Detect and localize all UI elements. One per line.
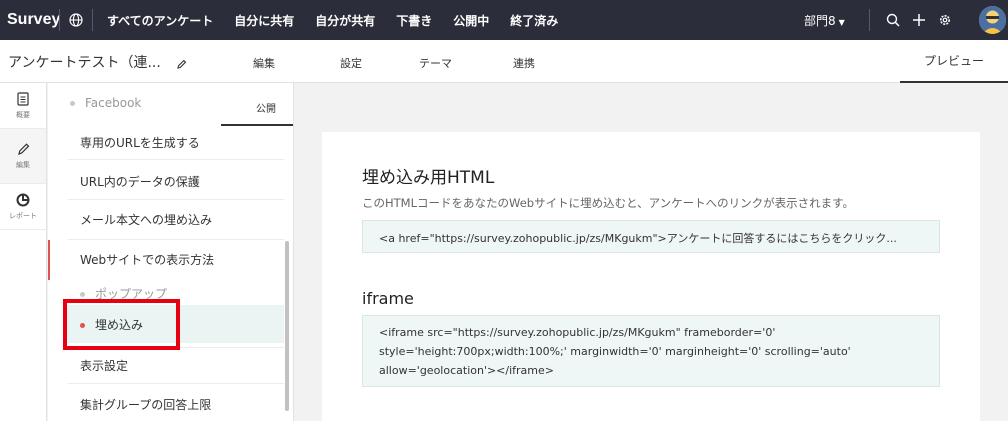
edit-title-icon[interactable]: [176, 55, 187, 74]
plus-icon[interactable]: [912, 13, 926, 27]
survey-title: アンケートテスト（連...: [8, 55, 161, 71]
bullet-icon: [80, 292, 85, 297]
chevron-down-icon: ▼: [838, 18, 845, 27]
embed-html-description: このHTMLコードをあなたのWebサイトに埋め込むと、アンケートへのリンクが表示…: [362, 196, 854, 210]
menu-website-display[interactable]: Webサイトでの表示方法: [80, 251, 214, 268]
menu-label: Facebook: [85, 96, 142, 110]
document-icon: [17, 91, 29, 106]
pie-chart-icon: [16, 193, 30, 206]
tab-publish[interactable]: 公開: [256, 100, 276, 115]
nav-published[interactable]: 公開中: [453, 12, 489, 29]
tab-theme[interactable]: テーマ: [419, 55, 452, 71]
nav-drafts[interactable]: 下書き: [396, 12, 432, 29]
survey-header: アンケートテスト（連... 編集 設定 テーマ 連携 プレビュー: [0, 40, 1008, 83]
preview-button[interactable]: プレビュー: [900, 40, 1008, 83]
menu-url-protection[interactable]: URL内のデータの保護: [80, 173, 200, 190]
nav-shared-by-me[interactable]: 自分が共有: [315, 12, 375, 29]
menu-group-response-limit[interactable]: 集計グループの回答上限: [80, 396, 211, 413]
nav-shared-with-me[interactable]: 自分に共有: [234, 12, 294, 29]
share-facebook[interactable]: Facebook: [70, 96, 141, 110]
top-nav-bar: Survey すべてのアンケート 自分に共有 自分が共有 下書き 公開中 終了済…: [0, 0, 1008, 40]
iframe-heading: iframe: [362, 289, 414, 308]
menu-divider: [68, 383, 284, 384]
brand-logo[interactable]: Survey: [0, 11, 60, 29]
department-label: 部門8: [804, 14, 836, 28]
menu-display-settings[interactable]: 表示設定: [80, 357, 128, 374]
tab-active-underline: [221, 124, 293, 126]
rail-label: レポート: [9, 211, 37, 220]
nav-menu: すべてのアンケート 自分に共有 自分が共有 下書き 公開中 終了済み: [93, 0, 579, 40]
rail-overview[interactable]: 概要: [0, 83, 46, 129]
tab-edit[interactable]: 編集: [253, 55, 275, 71]
top-actions: [886, 0, 964, 40]
iframe-code[interactable]: <iframe src="https://survey.zohopublic.j…: [362, 315, 940, 387]
menu-divider: [68, 199, 284, 200]
iframe-code-line: <iframe src="https://survey.zohopublic.j…: [379, 326, 776, 339]
tab-integrations[interactable]: 連携: [513, 55, 535, 71]
iframe-code-line: allow='geolocation'></iframe>: [379, 364, 555, 377]
rail-label: 概要: [16, 110, 30, 119]
menu-divider: [68, 159, 284, 160]
bullet-icon: [70, 101, 75, 106]
pencil-icon: [17, 143, 29, 155]
nav-divider: [869, 9, 870, 31]
search-icon[interactable]: [886, 13, 900, 27]
iframe-code-line: style='height:700px;width:100%;' marginw…: [379, 345, 851, 358]
nav-closed[interactable]: 終了済み: [510, 12, 558, 29]
rail-report[interactable]: レポート: [0, 184, 46, 230]
gear-icon[interactable]: [938, 13, 952, 27]
menu-generate-url[interactable]: 専用のURLを生成する: [80, 134, 200, 151]
publish-settings-panel: Facebook 公開 専用のURLを生成する URL内のデータの保護 メール本…: [48, 83, 294, 421]
nav-all-surveys[interactable]: すべてのアンケート: [107, 12, 213, 29]
embed-html-code[interactable]: <a href="https://survey.zohopublic.jp/zs…: [362, 220, 940, 253]
rail-label: 編集: [16, 161, 30, 169]
menu-email-embed[interactable]: メール本文への埋め込み: [80, 211, 212, 228]
panel-scrollbar[interactable]: [285, 241, 289, 411]
active-section-indicator: [48, 240, 50, 280]
embed-content-card: 埋め込み用HTML このHTMLコードをあなたのWebサイトに埋め込むと、アンケ…: [322, 132, 980, 421]
user-avatar[interactable]: [979, 6, 1006, 34]
embed-html-heading: 埋め込み用HTML: [362, 168, 495, 188]
tab-settings[interactable]: 設定: [340, 55, 362, 71]
menu-divider: [68, 239, 284, 240]
globe-icon[interactable]: [60, 13, 92, 27]
left-rail: 概要 編集 レポート: [0, 83, 47, 421]
rail-edit[interactable]: 編集: [0, 129, 46, 184]
highlight-annotation-box: [63, 299, 180, 350]
department-dropdown[interactable]: 部門8 ▼: [804, 12, 845, 29]
